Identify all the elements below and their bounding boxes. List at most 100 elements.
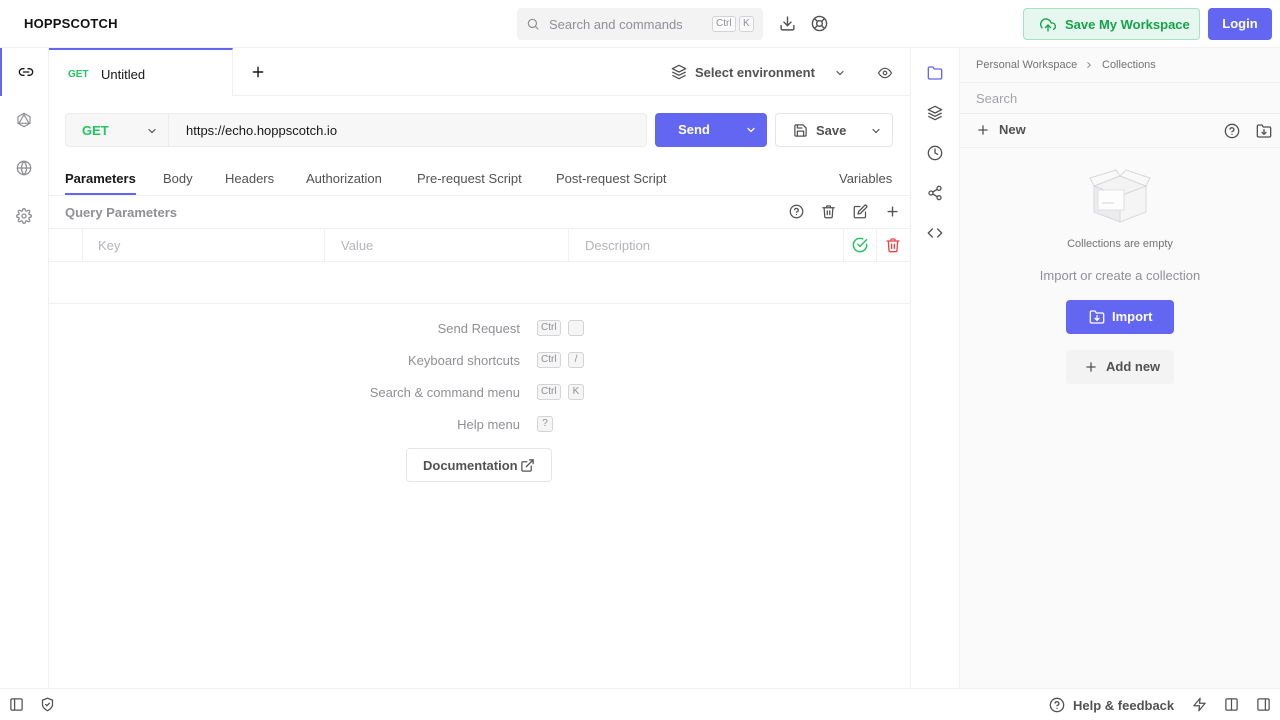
method-label: GET xyxy=(82,123,109,138)
breadcrumb-collections[interactable]: Collections xyxy=(1102,59,1156,71)
method-select[interactable]: GET xyxy=(65,113,169,147)
import-label: Import xyxy=(1112,309,1153,324)
right-nav-rail xyxy=(910,48,960,688)
collections-panel: Personal Workspace Collections New Colle… xyxy=(960,48,1280,688)
add-new-label: Add new xyxy=(1106,359,1161,374)
send-options-button[interactable] xyxy=(735,113,767,147)
split-layout-icon[interactable] xyxy=(1224,697,1239,712)
lightning-icon[interactable] xyxy=(1192,697,1207,712)
empty-box-illustration xyxy=(1088,168,1152,224)
check-circle-icon[interactable] xyxy=(852,237,868,253)
support-icon[interactable] xyxy=(811,15,828,32)
nav-graphql[interactable] xyxy=(0,96,48,144)
shield-check-icon[interactable] xyxy=(40,697,55,712)
help-circle-icon[interactable] xyxy=(789,204,804,219)
search-placeholder: Search and commands xyxy=(549,17,683,32)
kbd-ctrl: Ctrl xyxy=(537,352,561,368)
sidebar-toggle-icon[interactable] xyxy=(9,697,24,712)
trash-icon[interactable] xyxy=(885,237,901,253)
add-new-button[interactable]: Add new xyxy=(1066,350,1174,384)
collections-empty-subtitle: Import or create a collection xyxy=(1039,268,1201,283)
history-clock-icon[interactable] xyxy=(927,145,943,161)
import-folder-icon xyxy=(1089,310,1105,324)
kbd-slash: / xyxy=(568,352,584,368)
column-divider xyxy=(843,229,844,261)
environment-label: Select environment xyxy=(695,65,815,80)
code-icon[interactable] xyxy=(927,225,943,241)
import-folder-icon[interactable] xyxy=(1256,123,1272,139)
share-icon[interactable] xyxy=(927,185,943,201)
shortcut-label: Send Request xyxy=(437,321,520,336)
chevron-down-icon xyxy=(834,67,846,79)
kbd-ctrl: Ctrl xyxy=(537,384,561,400)
tab-parameters[interactable]: Parameters xyxy=(65,171,136,195)
import-button[interactable]: Import xyxy=(1066,300,1174,334)
breadcrumb-workspace[interactable]: Personal Workspace xyxy=(976,59,1077,71)
documentation-button[interactable]: Documentation xyxy=(406,448,552,482)
collections-search-input[interactable] xyxy=(960,83,1280,113)
drag-handle-column[interactable] xyxy=(82,229,83,261)
shortcut-label: Search & command menu xyxy=(369,385,520,400)
add-param-plus-icon[interactable] xyxy=(885,204,900,219)
param-value-input[interactable]: Value xyxy=(341,238,373,253)
documentation-label: Documentation xyxy=(423,458,518,473)
login-button[interactable]: Login xyxy=(1208,8,1272,40)
folder-icon[interactable] xyxy=(927,65,943,81)
kbd-enter xyxy=(568,320,584,336)
chevron-down-icon[interactable] xyxy=(870,125,882,137)
shortcut-label: Keyboard shortcuts xyxy=(407,353,520,368)
status-footer: Help & feedback xyxy=(0,688,1280,720)
eye-icon[interactable] xyxy=(877,66,893,80)
tab-authorization[interactable]: Authorization xyxy=(306,171,382,195)
param-description-input[interactable]: Description xyxy=(585,238,650,253)
divider xyxy=(49,261,910,262)
bulk-edit-icon[interactable] xyxy=(853,204,868,219)
tab-method: GET xyxy=(68,69,89,80)
download-icon[interactable] xyxy=(779,15,796,32)
new-tab-plus-icon[interactable] xyxy=(251,65,265,79)
top-header: HOPPSCOTCH Search and commands Ctrl K Sa… xyxy=(0,0,1280,48)
save-workspace-label: Save My Workspace xyxy=(1065,17,1190,32)
send-button[interactable]: Send xyxy=(655,113,767,147)
chevron-right-icon xyxy=(1084,60,1094,70)
nav-rest[interactable] xyxy=(0,48,48,96)
help-circle-icon[interactable] xyxy=(1224,123,1240,139)
tab-headers[interactable]: Headers xyxy=(225,171,274,195)
plus-icon xyxy=(978,125,988,135)
nav-settings[interactable] xyxy=(0,192,48,240)
tab-body[interactable]: Body xyxy=(163,171,193,195)
kbd-ctrl: Ctrl xyxy=(537,320,561,336)
cloud-upload-icon xyxy=(1040,17,1056,33)
tab-variables[interactable]: Variables xyxy=(839,171,892,195)
url-input[interactable] xyxy=(169,114,646,146)
save-workspace-button[interactable]: Save My Workspace xyxy=(1023,8,1200,40)
layers-icon xyxy=(671,64,687,80)
search-icon xyxy=(526,17,540,31)
collections-empty-title: Collections are empty xyxy=(1067,238,1173,250)
query-params-title: Query Parameters xyxy=(65,205,178,220)
tab-pre-request-script[interactable]: Pre-request Script xyxy=(417,171,522,195)
divider xyxy=(49,195,910,196)
layers-icon[interactable] xyxy=(927,105,943,121)
right-sidebar-toggle-icon[interactable] xyxy=(1256,697,1271,712)
kbd-k: K xyxy=(739,16,754,32)
url-field[interactable] xyxy=(169,113,647,147)
help-circle-icon xyxy=(1049,697,1065,713)
save-button[interactable]: Save xyxy=(775,113,893,147)
divider xyxy=(49,303,910,304)
search-commands-box[interactable]: Search and commands Ctrl K xyxy=(517,8,763,40)
app-brand[interactable]: HOPPSCOTCH xyxy=(24,16,118,31)
send-label: Send xyxy=(678,122,710,137)
tab-post-request-script[interactable]: Post-request Script xyxy=(556,171,667,195)
nav-realtime[interactable] xyxy=(0,144,48,192)
collections-toolbar: New xyxy=(960,114,1280,148)
request-tab[interactable]: GET Untitled xyxy=(49,48,233,96)
save-disk-icon xyxy=(793,123,808,138)
collections-search[interactable] xyxy=(960,82,1280,114)
column-divider xyxy=(568,229,569,261)
help-feedback-label: Help & feedback xyxy=(1073,698,1175,713)
environment-select[interactable]: Select environment xyxy=(671,64,851,82)
shortcut-label: Help menu xyxy=(457,417,520,432)
param-key-input[interactable]: Key xyxy=(98,238,120,253)
trash-icon[interactable] xyxy=(821,204,836,219)
